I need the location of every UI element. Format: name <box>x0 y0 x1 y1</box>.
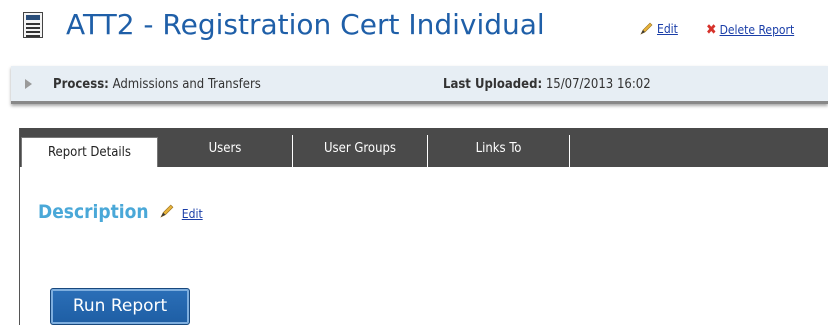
expand-arrow-icon[interactable] <box>25 79 32 89</box>
uploaded-info: Last Uploaded: 15/07/2013 16:02 <box>443 77 651 92</box>
edit-report-label: Edit <box>657 22 678 36</box>
process-label: Process: <box>53 77 109 92</box>
process-info: Process: Admissions and Transfers <box>53 77 261 92</box>
pencil-icon <box>640 22 653 35</box>
page-title: ATT2 - Registration Cert Individual <box>66 8 545 41</box>
info-bar: Process: Admissions and Transfers Last U… <box>11 66 828 104</box>
report-icon <box>23 12 43 38</box>
description-section: Description Edit <box>38 201 203 223</box>
uploaded-value: 15/07/2013 16:02 <box>545 77 651 92</box>
delete-icon: ✖ <box>706 22 717 38</box>
run-report-button[interactable]: Run Report <box>50 288 190 325</box>
edit-report-link[interactable]: Edit <box>640 22 678 36</box>
tab-links-to[interactable]: Links To <box>428 135 570 167</box>
page-header: ATT2 - Registration Cert Individual Edit… <box>0 0 828 52</box>
uploaded-label: Last Uploaded: <box>443 77 543 92</box>
edit-description-link[interactable]: Edit <box>182 207 203 221</box>
tab-user-groups[interactable]: User Groups <box>293 135 428 167</box>
pencil-icon <box>160 204 174 218</box>
report-panel: Report Details Users User Groups Links T… <box>19 128 828 325</box>
delete-report-link[interactable]: ✖ Delete Report <box>706 22 794 38</box>
tab-users[interactable]: Users <box>158 135 293 167</box>
tab-report-details[interactable]: Report Details <box>21 137 158 167</box>
description-heading: Description <box>38 201 149 223</box>
tab-bar: Report Details Users User Groups Links T… <box>20 128 828 167</box>
delete-report-label: Delete Report <box>719 23 795 37</box>
process-value: Admissions and Transfers <box>112 77 261 92</box>
